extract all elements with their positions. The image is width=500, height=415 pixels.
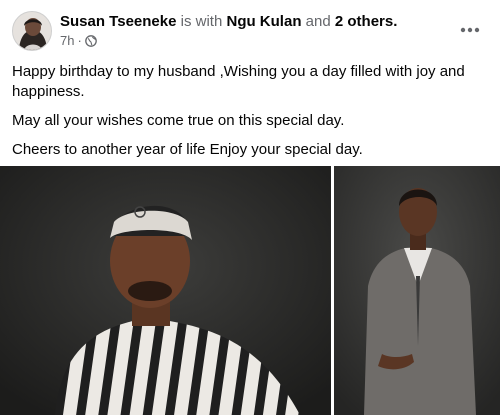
with-text: is with — [180, 13, 223, 30]
tagged-others[interactable]: 2 others — [335, 13, 393, 30]
author-avatar[interactable] — [12, 11, 52, 51]
photo-portrait-suit[interactable] — [334, 166, 500, 415]
post-time[interactable]: 7h — [60, 33, 74, 49]
post-paragraph: Cheers to another year of life Enjoy you… — [12, 141, 363, 158]
author-line: Susan Tseeneke is with Ngu Kulan and 2 o… — [60, 13, 397, 31]
post-meta: 7h · — [60, 33, 97, 49]
more-options-button[interactable] — [452, 16, 488, 44]
post-paragraph: May all your wishes come true on this sp… — [12, 112, 345, 129]
photo-portrait-cap[interactable] — [0, 166, 331, 415]
post-message: Happy birthday to my husband ,Wishing yo… — [12, 62, 482, 169]
avatar-image — [13, 12, 51, 50]
tagged-person[interactable]: Ngu Kulan — [226, 13, 301, 30]
post-header: Susan Tseeneke is with Ngu Kulan and 2 o… — [0, 0, 500, 56]
post-paragraph: Happy birthday to my husband ,Wishing yo… — [12, 63, 465, 100]
and-text: and — [305, 13, 331, 30]
more-horizontal-icon — [460, 27, 480, 33]
author-name[interactable]: Susan Tseeneke — [60, 13, 176, 30]
tagged-period: . — [393, 13, 398, 30]
meta-separator: · — [77, 33, 82, 48]
photo-grid — [0, 166, 500, 415]
globe-icon[interactable] — [84, 35, 97, 47]
